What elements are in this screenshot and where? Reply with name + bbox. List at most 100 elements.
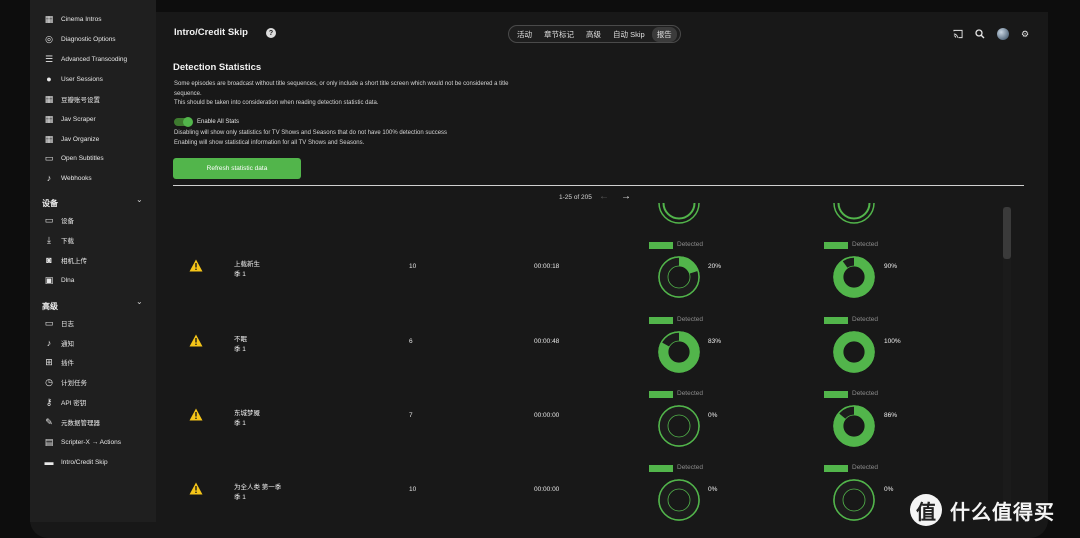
legend: Detected: [649, 464, 709, 473]
arrow-right-icon[interactable]: →: [621, 191, 631, 202]
table-row[interactable]: 不眠季 1 6 00:00:48 Detected 83% Detected 100%: [173, 278, 1011, 373]
tab-chapter-markers[interactable]: 章节标记: [539, 27, 579, 42]
show-name: 上载新生: [234, 261, 260, 268]
sidebar-item-api-keys[interactable]: ⚷ API 密钥: [44, 393, 87, 411]
sidebar: ▦ Cinema Intros ◎ Diagnostic Options ☰ Adva…: [30, 0, 156, 522]
sidebar-item-jav-scraper[interactable]: ▦ Jav Scraper: [44, 110, 96, 128]
chevron-down-icon[interactable]: ⌄: [136, 195, 143, 204]
sidebar-item-douban[interactable]: ▦ 豆瓣账号设置: [44, 90, 100, 108]
tab-report[interactable]: 报告: [651, 26, 677, 42]
pager-text: 1-25 of 205: [559, 194, 592, 201]
sidebar-item-dlna[interactable]: ▣ Dlna: [44, 271, 75, 289]
sidebar-item-diagnostic-options[interactable]: ◎ Diagnostic Options: [44, 30, 116, 48]
duration: 00:00:00: [534, 486, 560, 493]
tab-activity[interactable]: 活动: [512, 27, 537, 42]
show-name: 不眠: [234, 336, 247, 343]
legend: Detected: [649, 390, 709, 399]
camera-icon: ◙: [46, 255, 52, 265]
show-name: 东城梦魇: [234, 410, 260, 417]
legend-swatch: [649, 391, 673, 398]
watermark-logo: 值 什么值得买: [910, 494, 1055, 526]
credits-percent: 86%: [884, 412, 898, 419]
duration: 00:00:48: [534, 338, 560, 345]
devices-icon: ▭: [44, 214, 54, 225]
sidebar-item-webhooks[interactable]: ♪ Webhooks: [44, 169, 92, 187]
stats-table: 上载新生季 1 10 00:00:18 Detected 20% Detected 90% 不…: [173, 203, 1011, 522]
table-row[interactable]: 上载新生季 1 10 00:00:18 Detected 20% Detected 90%: [173, 203, 1011, 298]
film-icon: ▦: [44, 113, 54, 124]
enable-all-stats-toggle[interactable]: [174, 117, 193, 127]
sidebar-item-user-sessions[interactable]: ● User Sessions: [44, 70, 103, 88]
film-icon: ▦: [44, 133, 54, 144]
sidebar-item-intro-credit-skip[interactable]: ▬ Intro/Credit Skip: [44, 453, 108, 471]
legend-label: Detected: [677, 390, 704, 397]
episode-count: 6: [409, 338, 413, 345]
legend-label: Detected: [852, 464, 879, 471]
intro-percent: 20%: [708, 263, 722, 270]
download-icon: ⤓: [47, 234, 51, 245]
dlna-icon: ▣: [44, 274, 54, 285]
search-icon[interactable]: [975, 29, 985, 39]
key-icon: ⚷: [45, 396, 53, 407]
table-row[interactable]: 东城梦魇季 1 7 00:00:00 Detected 0% Detected 86%: [173, 352, 1011, 447]
cast-icon[interactable]: [953, 29, 963, 39]
cart-icon: ⊞: [45, 356, 53, 367]
avatar[interactable]: [997, 28, 1009, 40]
show-name: 为全人类 第一季: [234, 484, 282, 491]
gear-icon[interactable]: ⚙: [1020, 29, 1030, 39]
donut-chart: [833, 479, 875, 521]
warning-icon: [189, 408, 203, 421]
legend-swatch: [824, 242, 848, 249]
sidebar-item-plugins[interactable]: ⊞ 插件: [44, 353, 74, 371]
sidebar-item-advanced-transcoding[interactable]: ☰ Advanced Transcoding: [44, 50, 127, 68]
sidebar-item-cinema-intros[interactable]: ▦ Cinema Intros: [44, 10, 102, 28]
legend-label: Detected: [852, 390, 879, 397]
intro-percent: 0%: [708, 412, 718, 419]
film-icon: ▦: [44, 13, 54, 24]
legend-label: Detected: [852, 316, 879, 323]
scrollbar-thumb[interactable]: [1003, 207, 1011, 259]
legend-swatch: [649, 317, 673, 324]
legend-label: Detected: [677, 241, 704, 248]
refresh-statistics-button[interactable]: Refresh statistic data: [173, 158, 301, 179]
table-row[interactable]: 为全人类 第一季季 1 10 00:00:00 Detected 0% Detected 0…: [173, 426, 1011, 521]
section-title: Detection Statistics: [173, 62, 262, 73]
sidebar-item-jav-organize[interactable]: ▦ Jav Organize: [44, 130, 100, 148]
season-label: 季 1: [234, 271, 246, 278]
subtitles-icon: ▭: [44, 152, 54, 163]
sidebar-item-scripter-x[interactable]: ▤ Scripter-X → Actions: [44, 433, 121, 451]
tab-advanced[interactable]: 高级: [581, 27, 606, 42]
tab-auto-skip[interactable]: 自动 Skip: [608, 27, 650, 42]
users-icon: ●: [46, 74, 52, 84]
legend-swatch: [824, 317, 848, 324]
toggle-help: Disabling will show only statistics for …: [174, 130, 448, 146]
legend-label: Detected: [852, 241, 879, 248]
duration: 00:00:00: [534, 412, 560, 419]
intro-percent: 83%: [708, 338, 722, 345]
legend-swatch: [649, 465, 673, 472]
toggle-label: Enable All Stats: [197, 119, 240, 125]
sidebar-item-open-subtitles[interactable]: ▭ Open Subtitles: [44, 149, 104, 167]
sidebar-item-downloads[interactable]: ⤓ 下载: [44, 231, 74, 249]
sidebar-item-scheduled-tasks[interactable]: ◷ 计划任务: [44, 373, 87, 391]
help-icon[interactable]: ?: [266, 28, 276, 38]
divider: [173, 185, 1024, 186]
folder-icon: ▭: [44, 317, 54, 328]
sidebar-item-camera-upload[interactable]: ◙ 相机上传: [44, 251, 87, 269]
clock-icon: ◷: [45, 376, 53, 387]
chevron-down-icon[interactable]: ⌄: [136, 297, 143, 306]
sidebar-item-logs[interactable]: ▭ 日志: [44, 314, 74, 332]
pencil-icon: ✎: [45, 416, 53, 427]
intro-percent: 0%: [708, 486, 718, 493]
credits-percent: 100%: [884, 338, 901, 345]
list-icon: ▤: [44, 436, 54, 447]
sidebar-item-notifications[interactable]: ♪ 通知: [44, 334, 74, 352]
sliders-icon: ☰: [44, 53, 54, 64]
warning-icon: [189, 482, 203, 495]
legend-label: Detected: [677, 316, 704, 323]
sidebar-item-devices[interactable]: ▭ 设备: [44, 211, 74, 229]
page-title: Intro/Credit Skip: [174, 27, 248, 38]
legend-swatch: [824, 391, 848, 398]
sidebar-item-metadata-manager[interactable]: ✎ 元数据管理器: [44, 413, 100, 431]
arrow-left-icon[interactable]: ←: [599, 191, 609, 202]
